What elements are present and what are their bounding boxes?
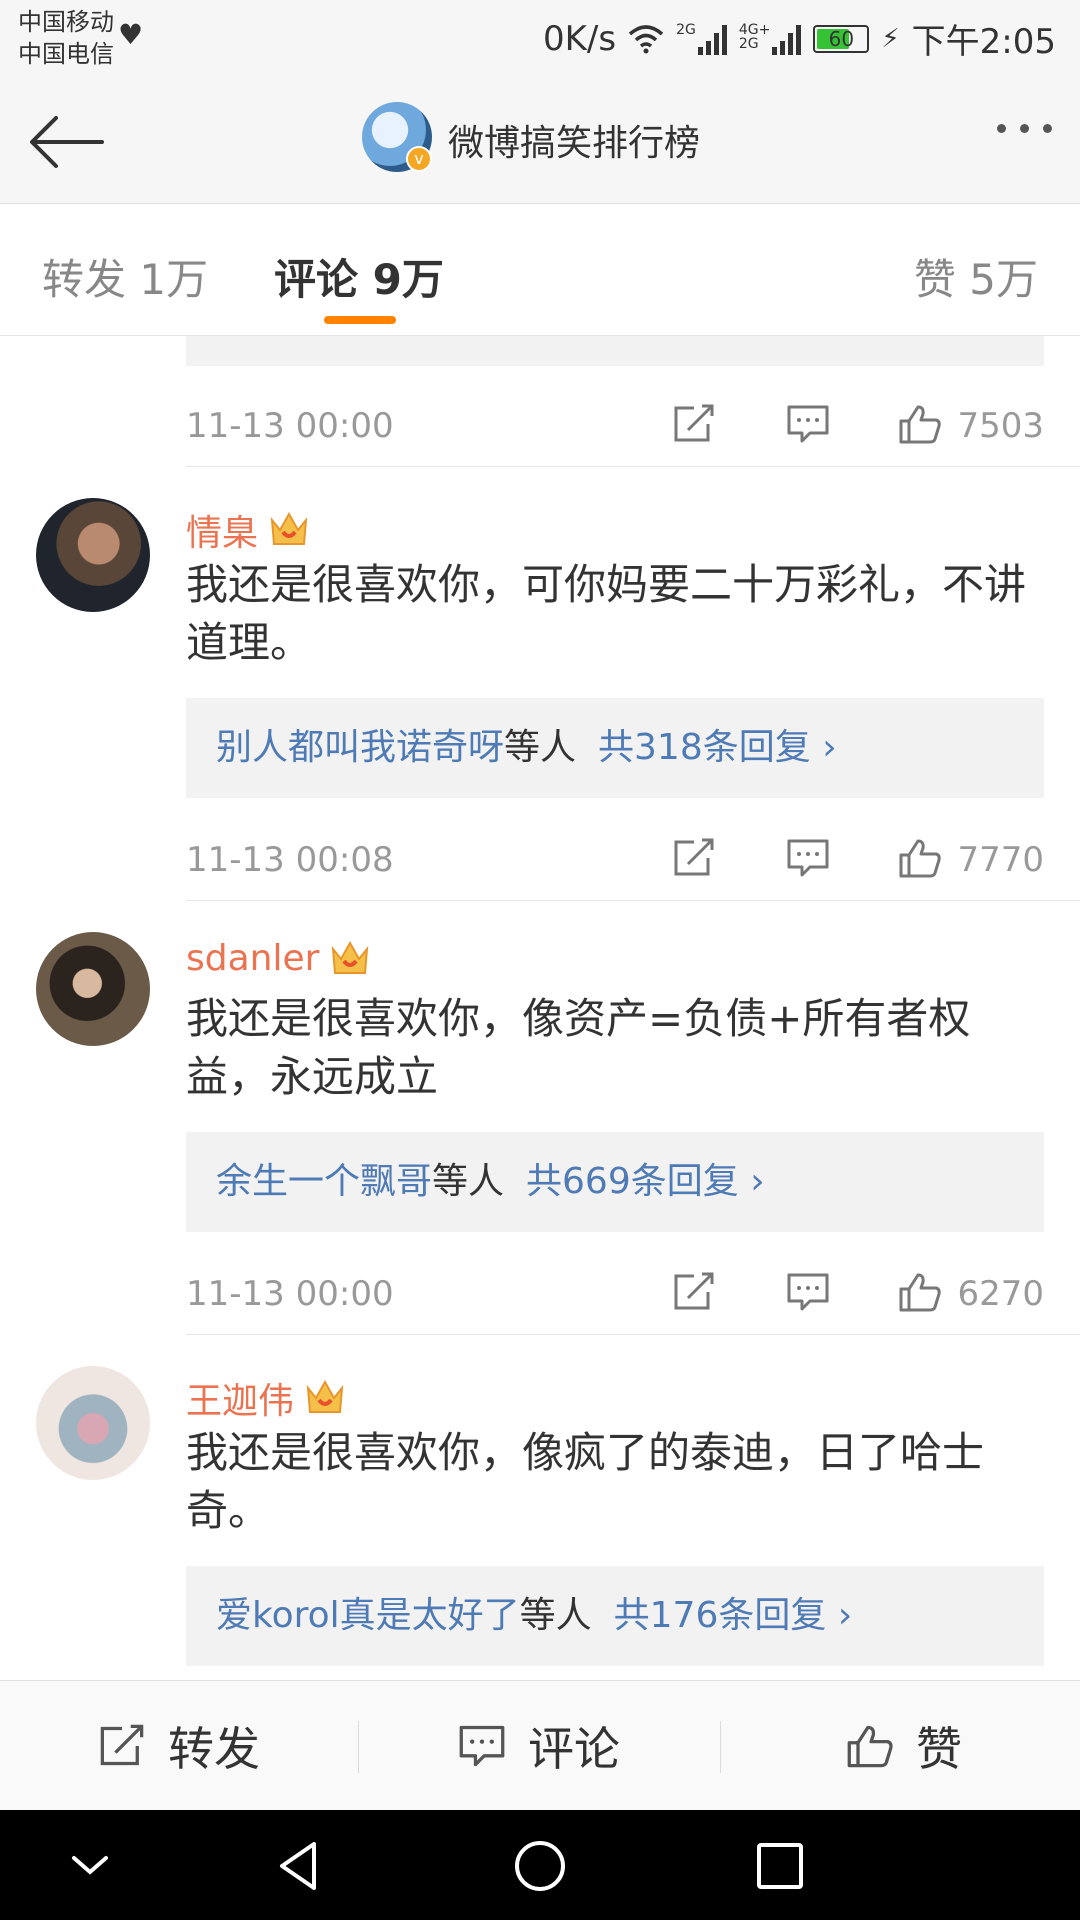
username[interactable]: 王迦伟	[186, 1372, 346, 1424]
replies-preview[interactable]: 余生一个飘哥等人 共669条回复 ›	[186, 1132, 1044, 1232]
divider	[186, 900, 1080, 901]
reply-count-link[interactable]: 共669条回复 ›	[526, 1161, 765, 1202]
network-type-1: 2G	[676, 21, 696, 38]
divider	[186, 466, 1080, 467]
reply-users[interactable]: 余生一个飘哥	[216, 1161, 432, 1202]
network-type-2: 4G+ 2G	[738, 21, 771, 52]
network-speed: 0K/s	[543, 18, 617, 59]
signal-icon-1	[697, 23, 727, 55]
tab-comments[interactable]: 评论 9万	[274, 246, 444, 307]
vip-crown-icon	[270, 511, 308, 545]
comment-icon[interactable]	[786, 404, 830, 444]
more-options-icon[interactable]	[997, 124, 1052, 133]
carrier-labels: 中国移动 中国电信	[18, 6, 114, 70]
like-button[interactable]: 赞	[846, 1681, 962, 1811]
battery-icon: 60	[813, 24, 870, 53]
reply-users[interactable]: 别人都叫我诺奇呀	[216, 727, 504, 768]
repost-icon[interactable]	[672, 838, 716, 878]
carrier-1: 中国移动	[18, 8, 114, 36]
tab-likes[interactable]: 赞 5万	[914, 246, 1038, 307]
separator	[358, 1721, 359, 1773]
comment-actions: 11-13 00:00 7503	[186, 396, 1044, 456]
nav-back-icon[interactable]	[270, 1838, 330, 1894]
replies-preview[interactable]: 爱korol真是太好了等人 共176条回复 ›	[186, 1566, 1044, 1666]
status-bar: 中国移动 中国电信 ♥ 0K/s 2G 4G+ 2G 60 ⚡ 下午2:05	[0, 0, 1080, 80]
comment-text: 我还是很喜欢你，像疯了的泰迪，日了哈士奇。	[186, 1428, 985, 1535]
wifi-icon	[628, 24, 664, 53]
tab-bar: 转发 1万 评论 9万 赞 5万	[0, 204, 1080, 336]
charging-icon: ⚡	[881, 23, 900, 54]
user-avatar[interactable]	[36, 1366, 150, 1480]
like-label: 赞	[916, 1722, 962, 1776]
comment-icon	[459, 1725, 505, 1767]
nav-collapse-icon[interactable]	[60, 1838, 120, 1894]
comment-text: 我还是很喜欢你，像资产=负债+所有者权益，永远成立	[186, 994, 971, 1101]
username[interactable]: 情臬	[186, 504, 310, 556]
previous-replies-box	[186, 336, 1044, 366]
comment-actions: 11-13 00:00 6270	[186, 1264, 1044, 1324]
comment-time: 11-13 00:00	[186, 406, 394, 446]
replies-preview[interactable]: 别人都叫我诺奇呀等人 共318条回复 ›	[186, 698, 1044, 798]
verified-badge-icon: v	[406, 146, 432, 172]
comment-icon[interactable]	[786, 1272, 830, 1312]
username[interactable]: sdanler	[186, 938, 371, 979]
like-count: 7770	[957, 840, 1044, 880]
comment-time: 11-13 00:00	[186, 1274, 394, 1314]
repost-icon	[100, 1724, 144, 1766]
divider	[186, 1334, 1080, 1335]
user-avatar[interactable]	[36, 498, 150, 612]
like-icon[interactable]	[898, 838, 942, 878]
comment-actions: 11-13 00:08 7770	[186, 830, 1044, 890]
tab-indicator	[324, 316, 396, 324]
status-right: 0K/s 2G 4G+ 2G 60 ⚡ 下午2:05	[543, 14, 1056, 63]
comment-time: 11-13 00:08	[186, 840, 394, 880]
nav-home-icon[interactable]	[510, 1838, 570, 1894]
repost-icon[interactable]	[672, 1272, 716, 1312]
like-icon[interactable]	[898, 1272, 942, 1312]
like-icon	[847, 1725, 893, 1768]
comment-icon[interactable]	[786, 838, 830, 878]
repost-label: 转发	[168, 1722, 260, 1776]
like-icon[interactable]	[898, 404, 942, 444]
like-count: 7503	[957, 406, 1044, 446]
vip-crown-icon	[332, 940, 369, 974]
user-avatar[interactable]	[36, 932, 150, 1046]
repost-icon[interactable]	[672, 404, 716, 444]
tab-reposts[interactable]: 转发 1万	[42, 246, 208, 307]
comment-feed[interactable]: 11-13 00:00 7503 情臬 我还是很喜欢你，可你妈要二十万彩礼，不讲…	[0, 336, 1080, 1680]
comment-text: 我还是很喜欢你，可你妈要二十万彩礼，不讲道理。	[186, 560, 1027, 667]
vip-crown-icon	[306, 1379, 344, 1413]
like-count: 6270	[957, 1274, 1044, 1314]
comment-button[interactable]: 评论	[458, 1681, 620, 1811]
reply-users[interactable]: 爱korol真是太好了	[216, 1595, 520, 1636]
clock: 下午2:05	[911, 22, 1056, 62]
page-title[interactable]: 微博搞笑排行榜	[448, 114, 700, 166]
carrier-2: 中国电信	[18, 40, 114, 68]
top-header: v 微博搞笑排行榜	[0, 80, 1080, 204]
back-arrow-icon[interactable]	[26, 110, 106, 174]
repost-button[interactable]: 转发	[98, 1681, 260, 1811]
heart-icon: ♥	[118, 18, 144, 51]
comment-label: 评论	[528, 1722, 620, 1776]
system-nav-bar	[0, 1810, 1080, 1920]
battery-level: 60	[828, 26, 855, 51]
separator	[720, 1721, 721, 1773]
reply-count-link[interactable]: 共176条回复 ›	[614, 1595, 853, 1636]
signal-icon-2	[772, 23, 802, 55]
reply-count-link[interactable]: 共318条回复 ›	[598, 727, 837, 768]
bottom-action-bar: 转发 评论 赞	[0, 1680, 1080, 1810]
nav-recents-icon[interactable]	[750, 1838, 810, 1894]
